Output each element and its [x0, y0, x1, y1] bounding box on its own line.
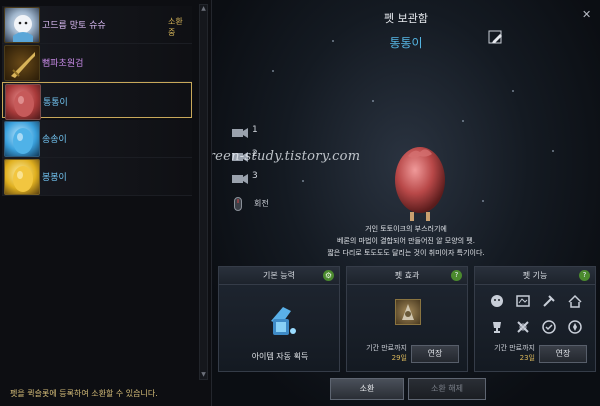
pet-list-item[interactable]: 송송이 — [2, 120, 192, 158]
expiry-label: 기간 만료까지 — [366, 344, 407, 352]
extend-button[interactable]: 연장 — [411, 345, 459, 363]
rotate-label: 회전 — [254, 199, 269, 208]
pet-function-icon-1[interactable] — [489, 293, 505, 309]
camera-slot-3[interactable]: 3 — [232, 170, 260, 184]
expiry-info: 기간 만료까지 29일 — [349, 343, 407, 363]
pet-function-icon-6[interactable] — [515, 319, 531, 335]
pet-thumbnail-blue-egg — [4, 121, 40, 157]
pet-thumbnail-red-egg — [5, 84, 41, 120]
watermark-text: green-study.tistory.com — [212, 149, 361, 164]
scroll-down-icon[interactable]: ▼ — [200, 371, 207, 379]
expiry-label: 기간 만료까지 — [494, 344, 535, 352]
pet-effect-header: 펫 효과 — [347, 267, 467, 285]
description-line: 짧은 다리로 토도도도 달리는 것이 취미이자 특기이다. — [327, 249, 485, 257]
window-title: 펫 보관함 — [384, 12, 428, 25]
pet-name: 통통이 — [43, 98, 68, 108]
pet-list-item[interactable]: 고드름 망토 슈슈 소환 중 — [2, 6, 192, 44]
help-icon[interactable]: ? — [579, 270, 590, 281]
background-star — [272, 70, 274, 72]
pet-detail-panel: 펫 보관함 ✕ 통통이 1 2 3 회전 green-study.tistory… — [212, 0, 600, 406]
camera-icon — [232, 128, 248, 138]
expiry-days: 23일 — [519, 354, 535, 362]
pet-function-icon-7[interactable] — [541, 319, 557, 335]
pet-function-header: 펫 기능 — [475, 267, 595, 285]
settings-gear-icon[interactable]: ⚙ — [323, 270, 334, 281]
basic-ability-box: 기본 능력 ⚙ 아이템 자동 획득 — [218, 266, 340, 372]
background-star — [302, 180, 304, 182]
pet-model-red-egg[interactable] — [392, 140, 448, 222]
summon-button[interactable]: 소환 — [330, 378, 404, 400]
pet-list-panel: 고드름 망토 슈슈 소환 중 뻠파초원검 통통이 송송이 봉봉이 ▲ ▼ 펫을 … — [0, 0, 212, 406]
scroll-up-icon[interactable]: ▲ — [200, 5, 207, 13]
pet-name: 고드름 망토 슈슈 — [42, 21, 106, 31]
pet-list-item-selected[interactable]: 통통이 — [2, 82, 192, 120]
camera-slot-number: 1 — [252, 125, 258, 135]
pet-function-icon-4[interactable] — [567, 293, 583, 309]
pet-function-icon-3[interactable] — [541, 293, 557, 309]
expiry-days: 29일 — [391, 354, 407, 362]
pet-function-box: 펫 기능 ? 기간 만료까지 23일 연장 — [474, 266, 596, 372]
pet-name-title: 통통이 — [389, 36, 423, 50]
edit-icon[interactable] — [488, 30, 504, 46]
pet-name: 송송이 — [42, 135, 67, 145]
close-icon[interactable]: ✕ — [582, 8, 591, 21]
pet-thumbnail-sword — [4, 45, 40, 81]
expiry-info: 기간 만료까지 23일 — [477, 343, 535, 363]
extend-button[interactable]: 연장 — [539, 345, 587, 363]
background-star — [512, 90, 514, 92]
background-star — [462, 120, 464, 122]
unsummon-button[interactable]: 소환 해제 — [408, 378, 486, 400]
background-star — [482, 200, 484, 202]
description-line: 거인 토토이크의 부스러기에 — [365, 225, 447, 233]
pet-effect-box: 펫 효과 ? 기간 만료까지 29일 연장 — [346, 266, 468, 372]
pet-function-icon-8[interactable] — [567, 319, 583, 335]
pet-list-scrollbar[interactable]: ▲ ▼ — [199, 4, 208, 380]
pet-thumbnail-shushu — [4, 7, 40, 43]
pet-effect-icon[interactable] — [395, 299, 421, 325]
summon-hint-text: 펫을 퀵슬롯에 등록하여 소환할 수 있습니다. — [10, 389, 158, 398]
pet-description: 거인 토토이크의 부스러기에 베론의 마법이 결합되어 만들어진 알 모양의 펫… — [212, 223, 600, 259]
background-star — [372, 100, 374, 102]
pet-name: 봉봉이 — [42, 173, 67, 183]
camera-slot-1[interactable]: 1 — [232, 124, 260, 138]
help-icon[interactable]: ? — [451, 270, 462, 281]
summoned-badge: 소환 중 — [168, 17, 183, 37]
pet-name: 뻠파초원검 — [42, 59, 84, 69]
pet-thumbnail-gold-egg — [4, 159, 40, 195]
pet-function-icon-5[interactable] — [489, 319, 505, 335]
basic-ability-header: 기본 능력 — [219, 267, 339, 285]
camera-icon — [232, 174, 248, 184]
camera-slot-number: 3 — [252, 171, 258, 181]
basic-ability-skill-name: 아이템 자동 획득 — [251, 352, 309, 361]
pet-function-icon-2[interactable] — [515, 293, 531, 309]
mouse-icon — [234, 196, 242, 211]
description-line: 베론의 마법이 결합되어 만들어진 알 모양의 펫. — [337, 237, 475, 245]
background-star — [552, 150, 554, 152]
item-auto-loot-icon — [261, 301, 301, 341]
pet-list-item[interactable]: 뻠파초원검 — [2, 44, 192, 82]
pet-list-item[interactable]: 봉봉이 — [2, 158, 192, 196]
